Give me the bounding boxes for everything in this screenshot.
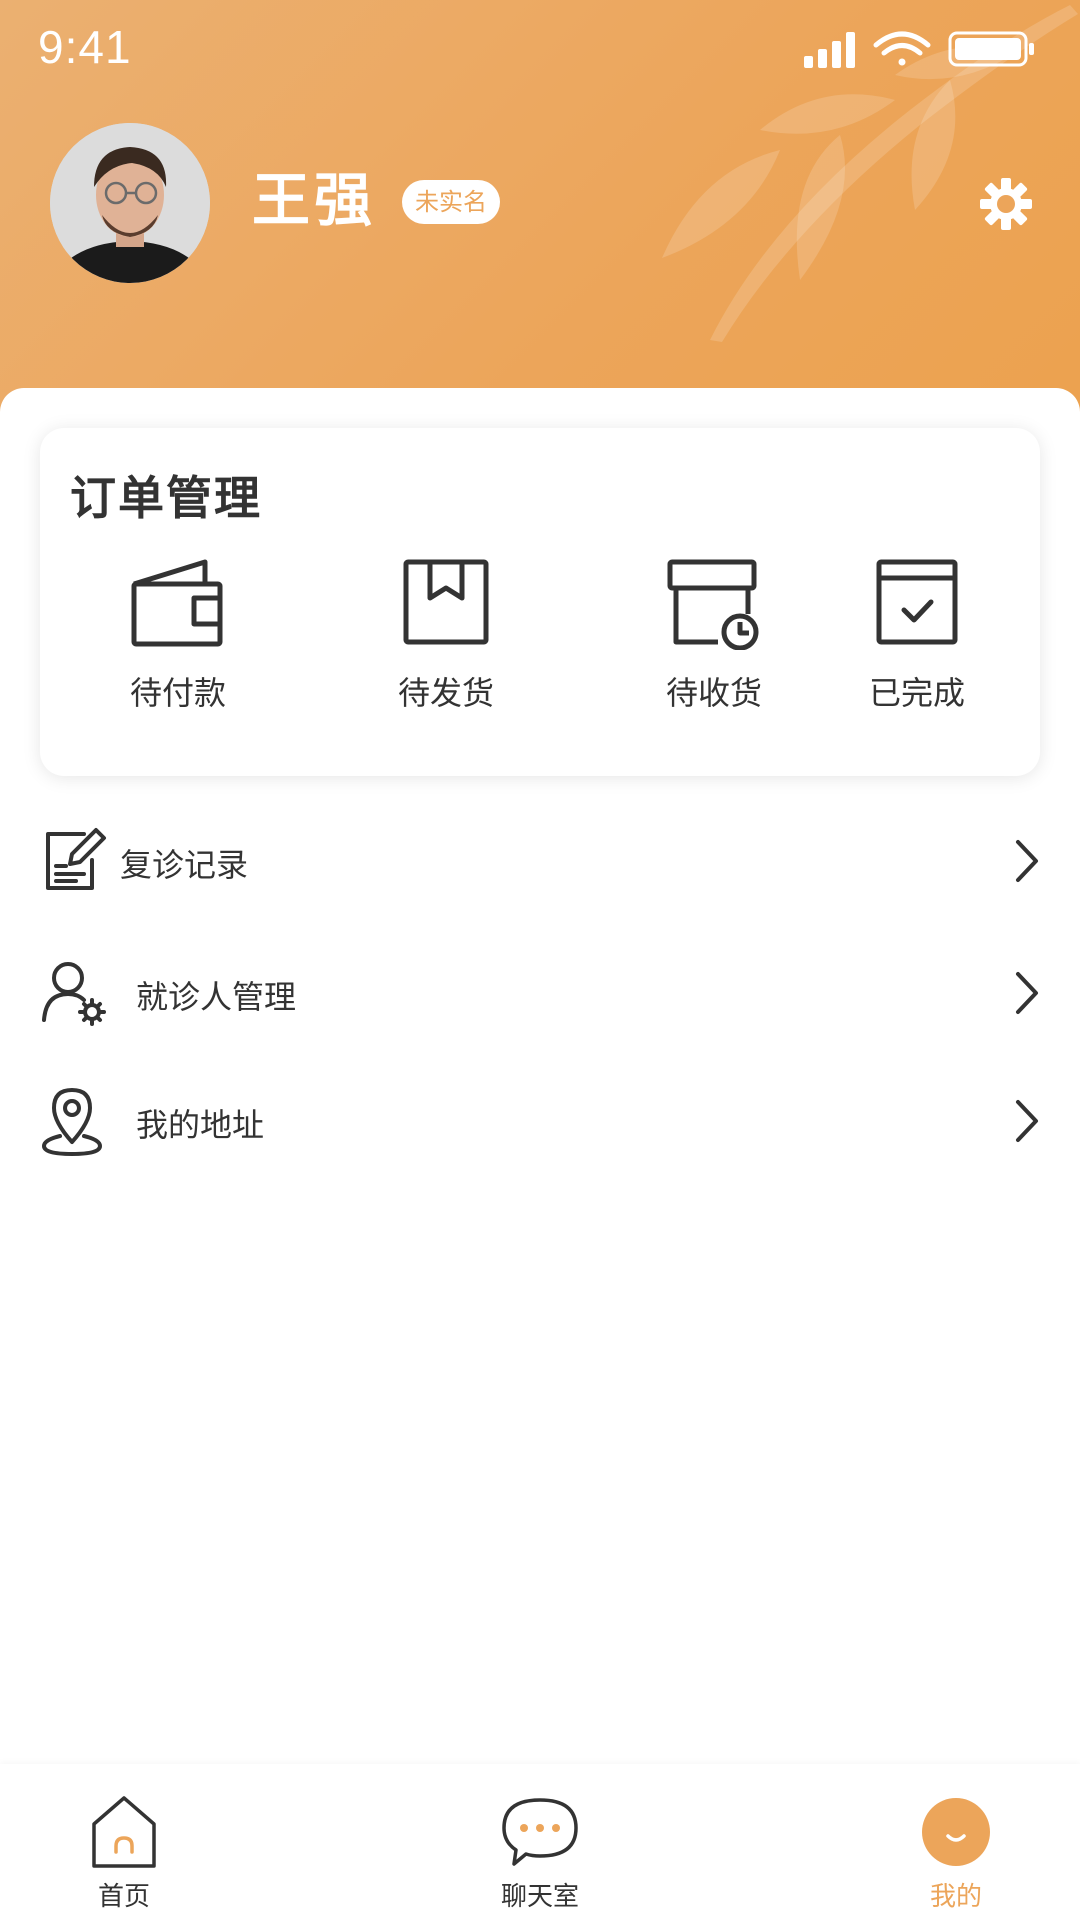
battery-icon — [948, 31, 1034, 67]
menu-item-follow-up-records[interactable]: 复诊记录 — [0, 806, 1080, 916]
order-management-title: 订单管理 — [70, 471, 262, 525]
edit-record-icon — [46, 828, 106, 890]
tab-chat-room[interactable]: 聊天室 — [440, 1764, 640, 1920]
bottom-tab-bar: 首页 聊天室 我的 — [0, 1764, 1080, 1920]
tab-chat-room-label: 聊天室 — [500, 1882, 579, 1912]
settings-gear-icon[interactable] — [978, 176, 1034, 232]
wifi-icon — [873, 31, 931, 66]
user-settings-icon — [42, 962, 106, 1026]
verification-badge[interactable]: 未实名 — [402, 180, 500, 224]
status-bar: 9:41 — [0, 0, 1080, 100]
chevron-right-icon — [1016, 1100, 1038, 1142]
tab-mine[interactable]: 我的 — [856, 1764, 1056, 1920]
status-icons — [804, 31, 1034, 68]
package-icon — [403, 559, 489, 645]
order-completed[interactable]: 已完成 — [842, 558, 992, 728]
chevron-right-icon — [1016, 840, 1038, 882]
location-pin-icon — [42, 1088, 102, 1156]
calendar-check-icon — [876, 559, 958, 645]
smile-face-icon — [922, 1798, 990, 1866]
chat-bubble-icon — [502, 1798, 578, 1866]
status-time: 9:41 — [38, 21, 132, 73]
menu-item-patient-management[interactable]: 就诊人管理 — [0, 938, 1080, 1048]
order-completed-label: 已完成 — [868, 674, 965, 712]
menu-label-follow-up-records: 复诊记录 — [120, 846, 249, 884]
menu-label-patient-management: 就诊人管理 — [136, 978, 297, 1016]
order-pending-payment-label: 待付款 — [129, 674, 226, 712]
order-pending-shipment[interactable]: 待发货 — [346, 558, 546, 728]
user-name: 王强 — [252, 166, 377, 234]
order-pending-shipment-label: 待发货 — [397, 674, 494, 712]
tab-mine-label: 我的 — [929, 1882, 982, 1912]
order-pending-receipt[interactable]: 待收货 — [614, 558, 814, 728]
menu-label-my-address: 我的地址 — [136, 1106, 265, 1144]
order-pending-receipt-label: 待收货 — [665, 674, 762, 712]
order-pending-payment[interactable]: 待付款 — [78, 558, 278, 728]
avatar[interactable] — [50, 123, 210, 283]
avatar-photo — [50, 123, 210, 283]
home-icon — [92, 1796, 156, 1868]
menu-item-my-address[interactable]: 我的地址 — [0, 1066, 1080, 1176]
chevron-right-icon — [1016, 972, 1038, 1014]
tab-home-label: 首页 — [97, 1882, 150, 1912]
tab-home[interactable]: 首页 — [24, 1764, 224, 1920]
signal-icon — [804, 32, 855, 68]
wallet-icon — [131, 559, 223, 647]
order-management-card: 订单管理 待付款 待发货 待收货 已完成 — [40, 428, 1040, 776]
delivery-box-clock-icon — [667, 559, 759, 650]
